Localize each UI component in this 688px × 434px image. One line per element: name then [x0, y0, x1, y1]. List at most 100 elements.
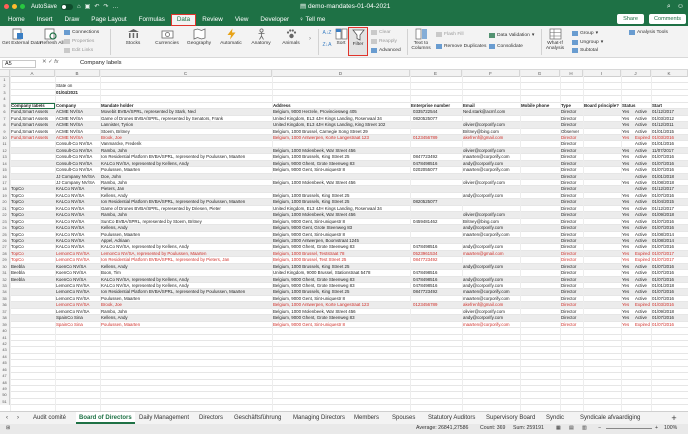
close-window-button[interactable]	[4, 4, 9, 9]
geography-button[interactable]: Geography	[186, 28, 212, 46]
ribbon-separator	[318, 29, 319, 55]
properties-button[interactable]: Properties	[64, 39, 94, 44]
zoom-in-icon[interactable]: +	[655, 425, 658, 431]
zoom-out-icon[interactable]: −	[598, 425, 601, 431]
remove-duplicates-label: Remove Duplicates	[444, 44, 487, 49]
menu-tab-formulas[interactable]: Formulas	[133, 14, 171, 26]
maximize-window-button[interactable]	[20, 4, 25, 9]
sheet-tab-6[interactable]: Managing Directors	[290, 412, 348, 424]
currency-icon	[161, 30, 173, 39]
home-icon[interactable]: ⌂	[77, 4, 81, 10]
minimize-window-button[interactable]	[12, 4, 17, 9]
menu-tab-view[interactable]: View	[229, 14, 255, 26]
menu-tab-home[interactable]: Home	[2, 14, 31, 26]
formula-bar: A5 ✕ ✓ fx Company labels	[0, 58, 688, 70]
sheet-tab-10[interactable]: Supervisory Board	[483, 412, 538, 424]
filter-button[interactable]: Filter	[348, 27, 368, 56]
sheet-tab-5[interactable]: Geschäftsführung	[231, 412, 284, 424]
sheet-next-icon[interactable]: ›	[13, 412, 23, 424]
data-validation-button[interactable]: Data Validation ▾	[489, 32, 534, 38]
group-button[interactable]: Group ▾	[572, 30, 598, 36]
share-label: Share	[623, 16, 638, 22]
what-if-analysis-button[interactable]: What-If Analysis	[545, 28, 565, 51]
select-all-corner[interactable]	[0, 70, 10, 77]
menu-tab-page-layout[interactable]: Page Layout	[85, 14, 132, 26]
column-header-d[interactable]: D	[272, 70, 410, 77]
sort-label: Sort	[336, 41, 346, 46]
column-header-i[interactable]: I	[583, 70, 621, 77]
sheet-tab-4[interactable]: Directors	[196, 412, 226, 424]
remove-duplicates-button[interactable]: Remove Duplicates	[436, 44, 486, 49]
tell-me-field[interactable]: ♀ Tell me	[299, 14, 325, 26]
menu-tab-insert[interactable]: Insert	[31, 14, 59, 26]
clear-button[interactable]: Clear	[371, 30, 391, 35]
column-header-h[interactable]: H	[560, 70, 583, 77]
comments-button[interactable]: Comments	[648, 14, 686, 24]
sheet-tab-9[interactable]: Statutory Auditors	[425, 412, 478, 424]
spreadsheet-grid[interactable]: ABCDEFGHIJK 1 2 State on 3 01/04/2021 4 5 Compa…	[0, 70, 688, 411]
page-layout-view-icon[interactable]: ▤	[569, 425, 574, 431]
sort-za-button[interactable]: Z↓A	[322, 42, 332, 48]
get-external-data-button[interactable]: Get External Data	[2, 28, 41, 46]
sheet-prev-icon[interactable]: ‹	[2, 412, 12, 424]
add-sheet-button[interactable]: +	[668, 412, 680, 424]
search-icon[interactable]: ⌕	[667, 3, 671, 11]
column-header-b[interactable]: B	[55, 70, 100, 77]
flash-fill-button[interactable]: Flash Fill	[436, 32, 464, 37]
sheet-tab-11[interactable]: Syndic	[543, 412, 567, 424]
undo-icon[interactable]: ↶	[94, 3, 99, 10]
column-header-j[interactable]: J	[621, 70, 651, 77]
sheet-tab-12[interactable]: Syndicale afvaardiging	[577, 412, 643, 424]
automatic-button[interactable]: Automatic	[218, 28, 244, 46]
sheet-tab-1[interactable]: Audit comité	[30, 412, 69, 424]
menu-tab-developer[interactable]: Developer	[254, 14, 295, 26]
edit-links-button[interactable]: Edit Links	[64, 48, 93, 53]
analysis-tools-button[interactable]: Analysis Tools	[629, 30, 668, 35]
consolidate-button[interactable]: Consolidate	[489, 44, 523, 49]
formula-input[interactable]: Company labels	[80, 60, 122, 66]
account-icon[interactable]: ☺	[677, 3, 684, 10]
column-header-c[interactable]: C	[100, 70, 272, 77]
status-bar: ⊞ Average: 26841,27586 Count: 369 Sum: 2…	[0, 424, 688, 434]
sort-button[interactable]: Sort	[334, 28, 348, 46]
column-header-f[interactable]: F	[462, 70, 520, 77]
normal-view-icon[interactable]: ▦	[556, 425, 561, 431]
subtotal-button[interactable]: Subtotal	[572, 48, 598, 53]
page-break-view-icon[interactable]: ▥	[582, 425, 587, 431]
reapply-label: Reapply	[379, 39, 397, 44]
ungroup-button[interactable]: Ungroup ▾	[572, 39, 603, 45]
menu-tab-review[interactable]: Review	[196, 14, 229, 26]
text-to-columns-button[interactable]: Text to Columns	[410, 28, 432, 51]
save-icon[interactable]: ▣	[85, 3, 91, 10]
reapply-button[interactable]: Reapply	[371, 39, 397, 44]
stocks-button[interactable]: Stocks	[122, 28, 144, 46]
anatomy-button[interactable]: Anatomy	[250, 28, 272, 46]
sort-az-button[interactable]: A↓Z	[322, 30, 332, 36]
menu-tab-draw[interactable]: Draw	[59, 14, 86, 26]
fx-label: fx	[54, 59, 59, 65]
sheet-tab-3[interactable]: Daily Management	[136, 412, 192, 424]
name-box[interactable]: A5	[2, 60, 36, 68]
chevron-right-icon[interactable]: ›	[309, 36, 311, 42]
column-header-a[interactable]: A	[10, 70, 55, 77]
sheet-tab-2[interactable]: Board of Directors	[76, 412, 135, 424]
more-icon[interactable]: …	[112, 4, 118, 10]
fx-icon[interactable]: ✕ ✓ fx	[42, 59, 59, 65]
grid-line	[560, 70, 561, 411]
redo-icon[interactable]: ↷	[103, 3, 108, 10]
share-button[interactable]: Share	[617, 14, 644, 24]
advanced-button[interactable]: Advanced	[371, 48, 401, 53]
column-header-g[interactable]: G	[520, 70, 560, 77]
connections-button[interactable]: Connections	[64, 30, 99, 35]
sheet-tab-7[interactable]: Members	[351, 412, 382, 424]
sheet-tab-8[interactable]: Spouses	[389, 412, 418, 424]
menu-tab-data[interactable]: Data	[170, 14, 197, 26]
refresh-all-button[interactable]: Refresh All	[40, 28, 64, 46]
row-header[interactable]: 51	[0, 398, 10, 406]
animals-button[interactable]: Animals	[280, 28, 302, 46]
currencies-button[interactable]: Currencies	[154, 28, 180, 46]
zoom-slider[interactable]	[606, 428, 652, 429]
autosave-toggle[interactable]	[61, 3, 74, 10]
column-header-k[interactable]: K	[651, 70, 688, 77]
column-header-e[interactable]: E	[410, 70, 462, 77]
